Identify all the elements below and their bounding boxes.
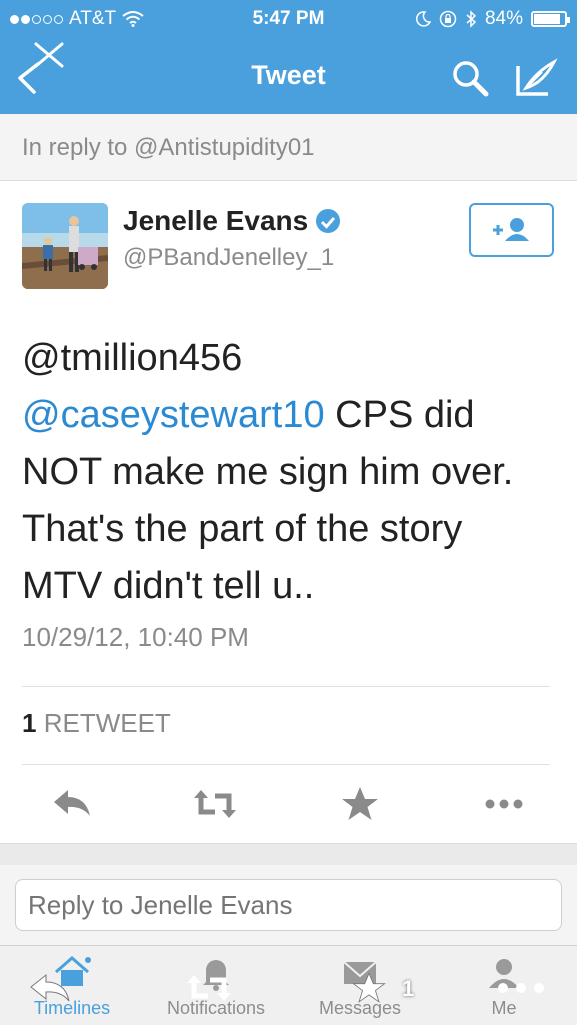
reply-context-text: In reply to @Antistupidity01 bbox=[22, 134, 315, 161]
retweet-icon[interactable] bbox=[193, 784, 237, 824]
tab-label: Timelines bbox=[33, 998, 111, 1018]
search-icon[interactable] bbox=[450, 58, 490, 98]
mention-link[interactable]: @tmillion456 bbox=[22, 337, 242, 379]
overlay-favorite-star-icon[interactable] bbox=[350, 970, 388, 1006]
rotation-lock-icon bbox=[439, 10, 457, 28]
avatar[interactable] bbox=[22, 203, 108, 289]
navigation-header: AT&T 5:47 PM 84% Tweet bbox=[0, 0, 577, 114]
author-handle[interactable]: @PBandJenelley_1 bbox=[123, 244, 334, 272]
reply-input[interactable] bbox=[15, 879, 562, 931]
retweet-count: 1 bbox=[22, 708, 37, 738]
retweet-stats[interactable]: 1 RETWEET bbox=[22, 708, 171, 739]
follow-button[interactable] bbox=[469, 203, 554, 257]
divider bbox=[22, 686, 550, 687]
retweet-label: RETWEET bbox=[43, 708, 171, 738]
section-gap bbox=[0, 843, 577, 866]
favorite-star-icon[interactable] bbox=[338, 784, 382, 824]
more-options-icon[interactable] bbox=[482, 784, 526, 824]
avatar-photo bbox=[22, 203, 108, 289]
status-right: 84% bbox=[415, 8, 570, 30]
reply-composer bbox=[0, 865, 577, 945]
status-bar: AT&T 5:47 PM 84% bbox=[0, 6, 577, 32]
overlay-retweet-icon[interactable] bbox=[184, 970, 234, 1006]
reply-context-bar[interactable]: In reply to @Antistupidity01 bbox=[0, 114, 577, 181]
author-name: Jenelle Evans bbox=[123, 205, 309, 236]
author-name-row[interactable]: Jenelle Evans bbox=[123, 205, 341, 237]
tweet-timestamp: 10/29/12, 10:40 PM bbox=[22, 622, 249, 652]
battery-percent: 84% bbox=[484, 8, 523, 29]
tweet-text: @tmillion456 @caseystewart10 CPS did NOT… bbox=[22, 330, 552, 615]
compose-icon[interactable] bbox=[514, 58, 558, 98]
verified-badge-icon bbox=[316, 209, 341, 233]
divider bbox=[22, 764, 550, 765]
tab-timelines[interactable]: Timelines bbox=[0, 946, 144, 1025]
moon-icon bbox=[415, 11, 431, 27]
tab-bar: Timelines Notifications Messages Me bbox=[0, 945, 577, 1025]
mention-link[interactable]: @caseystewart10 bbox=[22, 394, 325, 436]
overlay-more-icon[interactable] bbox=[493, 970, 553, 1006]
page-title: Tweet bbox=[251, 60, 326, 90]
favorite-count: 1 bbox=[402, 976, 415, 1001]
reply-icon[interactable] bbox=[50, 784, 94, 824]
add-user-icon bbox=[493, 218, 529, 241]
overlay-reply-icon[interactable] bbox=[28, 970, 72, 1006]
bluetooth-icon bbox=[466, 10, 477, 28]
battery-icon bbox=[531, 11, 570, 27]
